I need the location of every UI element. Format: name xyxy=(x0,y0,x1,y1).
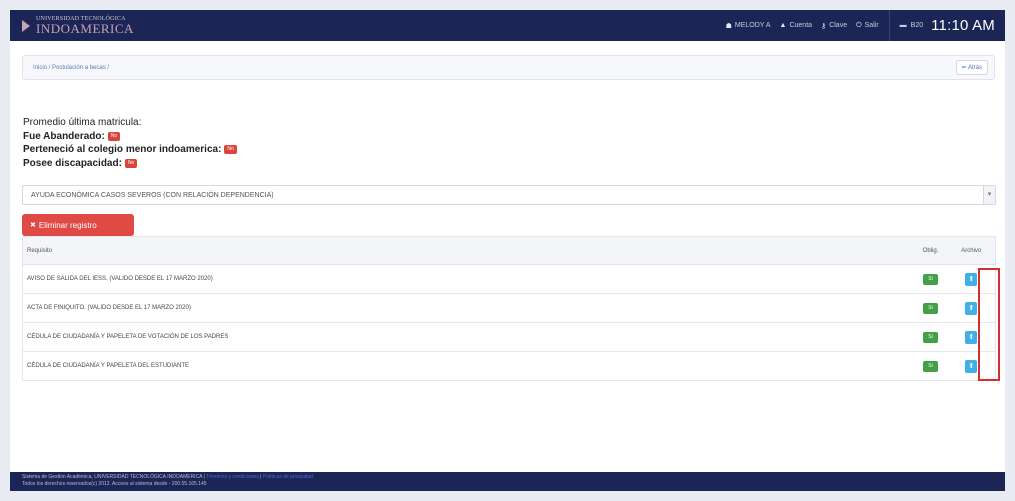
table-row: CÉDULA DE CIUDADANÍA Y PAPELETA DE VOTAC… xyxy=(22,322,996,352)
abanderado-label: Fue Abanderado: xyxy=(23,130,105,142)
university-logo[interactable]: UNIVERSIDAD TECNOLÓGICA INDOAMERICA xyxy=(22,16,134,35)
discapacidad-badge: No xyxy=(124,158,138,168)
back-button[interactable]: ⇐ Atrás xyxy=(955,60,988,75)
top-navbar: UNIVERSIDAD TECNOLÓGICA INDOAMERICA ☗ ME… xyxy=(10,10,1005,41)
breadcrumb[interactable]: Inicio / Postulación a becas / xyxy=(33,65,109,71)
promedio-label: Promedio última matricula: xyxy=(23,117,142,129)
clock: 11:10 AM xyxy=(931,17,995,34)
footer: Sistema de Gestión Académica, UNIVERSIDA… xyxy=(10,472,1005,491)
requirements-table: Requisito Oblig. Archivo AVISO DE SALIDA… xyxy=(22,236,996,381)
clave-link[interactable]: ⚷ Clave xyxy=(821,22,847,30)
discapacidad-label: Posee discapacidad: xyxy=(23,157,122,169)
status-area: ▬ B20 11:10 AM xyxy=(890,17,995,34)
person-icon: ▲ xyxy=(779,22,787,29)
page: UNIVERSIDAD TECNOLÓGICA INDOAMERICA ☗ ME… xyxy=(10,10,1005,491)
requisito-cell: CÉDULA DE CIUDADANÍA Y PAPELETA DEL ESTU… xyxy=(22,351,914,381)
breadcrumb-bar: Inicio / Postulación a becas / ⇐ Atrás xyxy=(22,55,995,80)
card-icon: ▬ xyxy=(899,22,907,29)
upload-icon[interactable]: ⬆ xyxy=(965,359,978,373)
abanderado-badge: No xyxy=(107,131,121,141)
requisito-cell: CÉDULA DE CIUDADANÍA Y PAPELETA DE VOTAC… xyxy=(22,322,914,352)
table-row: CÉDULA DE CIUDADANÍA Y PAPELETA DEL ESTU… xyxy=(22,351,996,381)
scholarship-type-select[interactable]: AYUDA ECONÓMICA CASOS SEVEROS (CON RELAC… xyxy=(22,185,996,205)
header-archivo: Archivo xyxy=(947,236,996,265)
upload-icon[interactable]: ⬆ xyxy=(965,330,978,344)
room-label: B20 xyxy=(910,22,924,29)
user-menu[interactable]: ☗ MELODY A xyxy=(726,22,771,30)
table-row: AVISO DE SALIDA DEL IESS. (VALIDO DESDE … xyxy=(22,264,996,294)
user-nav: ☗ MELODY A ▲ Cuenta ⚷ Clave ⏻ Salir xyxy=(726,22,889,30)
footer-copyright: Todos los derechos reservados(c) 2012. A… xyxy=(22,481,207,487)
select-value: AYUDA ECONÓMICA CASOS SEVEROS (CON RELAC… xyxy=(31,191,274,199)
user-name: MELODY A xyxy=(734,22,771,29)
logo-mark-icon xyxy=(22,19,32,33)
required-badge: Si xyxy=(923,331,938,343)
colegio-badge: No xyxy=(224,145,237,155)
footer-text: Sistema de Gestión Académica, UNIVERSIDA… xyxy=(22,474,205,480)
logo-big-text: INDOAMERICA xyxy=(36,21,134,36)
required-badge: Si xyxy=(923,273,938,285)
colegio-label: Perteneció al colegio menor indoamerica: xyxy=(23,144,222,156)
chevron-down-icon[interactable]: ▾ xyxy=(983,186,995,204)
privacy-link[interactable]: Políticas de privacidad xyxy=(263,474,313,480)
header-requisito: Requisito xyxy=(22,236,914,265)
header-oblig: Oblig. xyxy=(913,236,948,265)
student-info: Promedio última matricula: Fue Abanderad… xyxy=(23,116,237,170)
key-icon: ⚷ xyxy=(821,22,827,30)
table-header: Requisito Oblig. Archivo xyxy=(22,236,996,265)
terms-link[interactable]: Términos y condiciones xyxy=(206,474,259,480)
power-icon: ⏻ xyxy=(856,21,862,29)
cuenta-link[interactable]: ▲ Cuenta xyxy=(780,22,813,29)
delete-icon: ✖ xyxy=(30,222,36,229)
upload-icon[interactable]: ⬆ xyxy=(965,301,978,315)
required-badge: Si xyxy=(923,302,938,314)
upload-icon[interactable]: ⬆ xyxy=(965,272,978,286)
required-badge: Si xyxy=(923,360,938,372)
requisito-cell: AVISO DE SALIDA DEL IESS. (VALIDO DESDE … xyxy=(22,264,914,294)
delete-record-button[interactable]: ✖ Eliminar registro xyxy=(22,214,134,236)
user-icon: ☗ xyxy=(725,22,732,30)
table-row: ACTA DE FINIQUITO. (VALIDO DESDE EL 17 M… xyxy=(22,293,996,323)
salir-link[interactable]: ⏻ Salir xyxy=(856,22,879,30)
requisito-cell: ACTA DE FINIQUITO. (VALIDO DESDE EL 17 M… xyxy=(22,293,914,323)
